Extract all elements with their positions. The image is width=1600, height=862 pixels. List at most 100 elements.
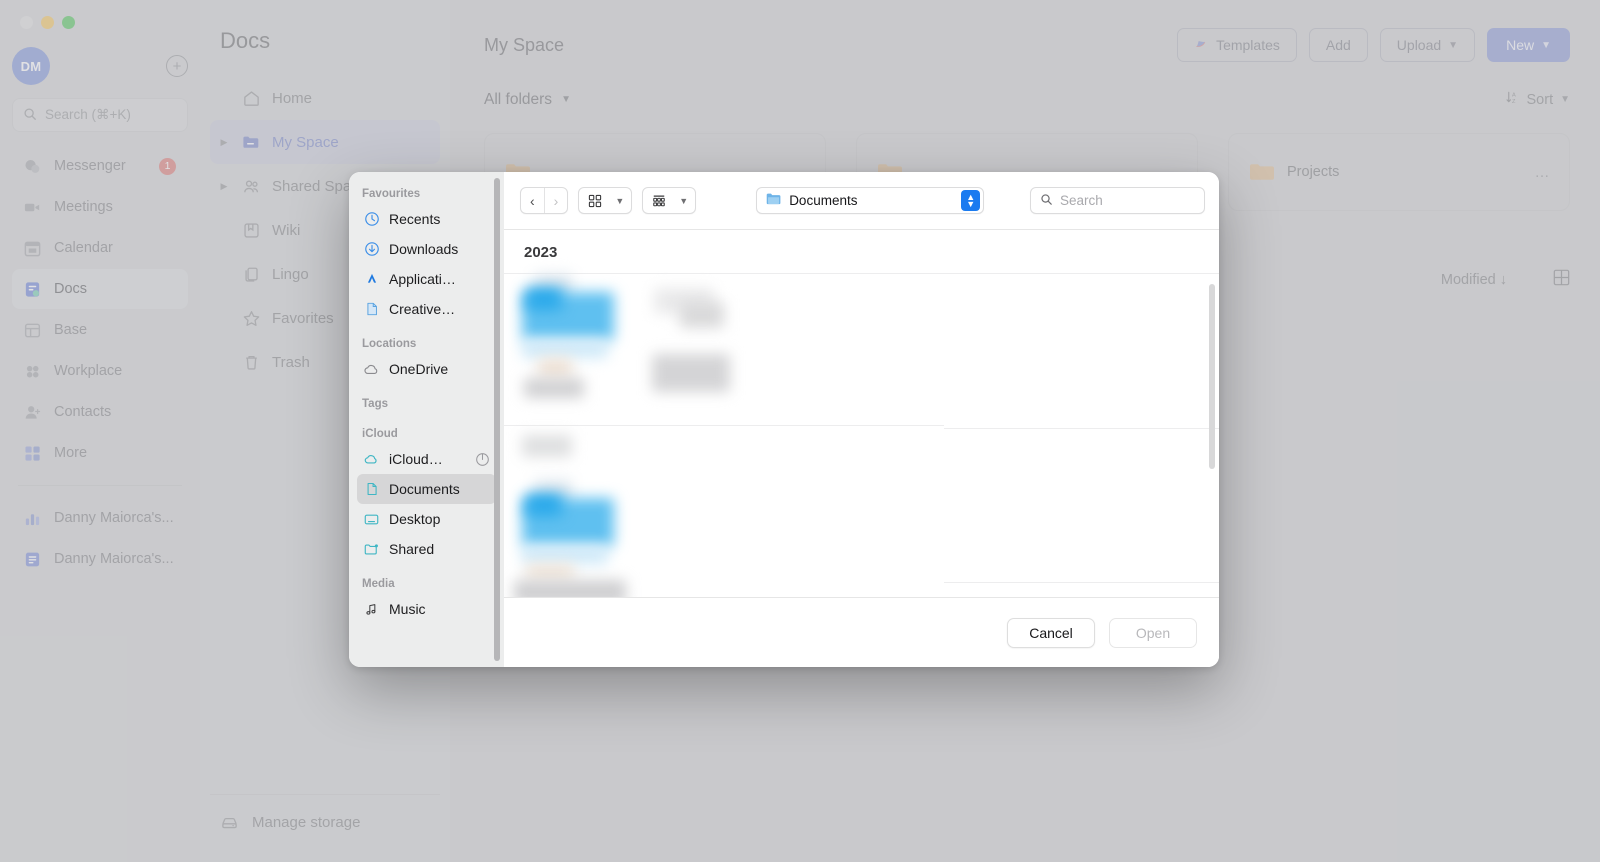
docs-item-home[interactable]: ▶ Home xyxy=(210,76,440,120)
chevron-down-icon: ▼ xyxy=(1560,94,1570,105)
templates-button[interactable]: Templates xyxy=(1177,28,1297,62)
manage-storage-button[interactable]: Manage storage xyxy=(210,813,440,832)
group-view-button[interactable]: ▼ xyxy=(642,187,697,214)
sort-label: Sort xyxy=(1526,91,1554,108)
sort-button[interactable]: AZ Sort ▼ xyxy=(1505,90,1570,109)
filter-row: All folders ▼ AZ Sort ▼ xyxy=(450,62,1600,109)
svg-text:A: A xyxy=(1511,93,1515,99)
home-icon xyxy=(240,89,262,108)
cancel-button[interactable]: Cancel xyxy=(1007,617,1095,648)
path-popup-button[interactable]: Documents ▲ ▼ xyxy=(756,187,985,214)
docs-item-label: Favorites xyxy=(272,309,334,327)
svg-text:Z: Z xyxy=(1511,99,1515,105)
file-thumbnail[interactable] xyxy=(526,564,574,580)
chevron-right-icon[interactable]: ▶ xyxy=(218,137,230,148)
rail-item-base[interactable]: Base xyxy=(12,310,188,350)
star-icon xyxy=(240,309,262,328)
file-thumbnail[interactable] xyxy=(680,302,724,328)
rail-pinned-item-2[interactable]: Danny Maiorca's... xyxy=(12,539,188,579)
plus-circle-icon[interactable]: + xyxy=(166,55,188,77)
file-dialog-toolbar: ‹ › ▼ ▼ Documents ▲ ▼ Search xyxy=(504,172,1219,230)
window-controls[interactable] xyxy=(20,16,75,29)
add-button[interactable]: Add xyxy=(1308,28,1368,62)
sidebar-item-onedrive[interactable]: OneDrive xyxy=(357,354,496,384)
up-down-stepper-icon[interactable]: ▲ ▼ xyxy=(961,190,981,211)
file-thumbnail[interactable] xyxy=(522,435,572,457)
sidebar-scrollbar[interactable] xyxy=(493,178,501,661)
rail-item-label: Danny Maiorca's... xyxy=(54,551,174,567)
sidebar-item-downloads[interactable]: Downloads xyxy=(357,234,496,264)
sidebar-item-desktop[interactable]: Desktop xyxy=(357,504,496,534)
icon-view-button[interactable]: ▼ xyxy=(578,187,633,214)
chevron-down-icon: ▼ xyxy=(561,94,571,105)
scrollbar-thumb[interactable] xyxy=(494,178,500,661)
download-circle-icon xyxy=(363,241,380,257)
sidebar-item-recents[interactable]: Recents xyxy=(357,204,496,234)
icloud-icon xyxy=(363,451,380,468)
sidebar-item-music[interactable]: Music xyxy=(357,594,496,624)
divider xyxy=(18,485,182,486)
trash-icon xyxy=(240,353,262,372)
zoom-icon[interactable] xyxy=(62,16,75,29)
folder-menu-icon[interactable]: … xyxy=(1535,164,1552,181)
rail-item-messenger[interactable]: Messenger 1 xyxy=(12,146,188,186)
chevron-right-icon[interactable]: ▶ xyxy=(218,181,230,192)
search-icon xyxy=(23,107,37,124)
navigation-buttons[interactable]: ‹ › xyxy=(520,187,569,214)
sidebar-group-label: Tags xyxy=(362,398,388,410)
analytics-icon xyxy=(22,508,42,528)
file-thumbnail[interactable] xyxy=(514,580,626,597)
desktop-icon xyxy=(363,511,380,528)
docs-item-label: Trash xyxy=(272,353,310,371)
sidebar-item-label: OneDrive xyxy=(389,361,449,377)
back-button[interactable]: ‹ xyxy=(521,188,544,213)
upload-button[interactable]: Upload ▼ xyxy=(1379,28,1476,62)
file-thumbnail[interactable] xyxy=(522,340,608,358)
file-browser-content[interactable]: 2023 xyxy=(504,230,1219,597)
doc-blue-icon xyxy=(22,549,42,569)
shared-folder-icon xyxy=(363,541,380,558)
content-scrollbar[interactable] xyxy=(1209,284,1215,469)
file-thumbnail[interactable] xyxy=(524,378,584,398)
rail-item-more[interactable]: More xyxy=(12,433,188,473)
main-header: My Space Templates Add Upload ▼ New ▼ xyxy=(450,0,1600,62)
grid-view-icon[interactable] xyxy=(1553,269,1570,290)
new-button[interactable]: New ▼ xyxy=(1487,28,1570,62)
rail-item-workplace[interactable]: Workplace xyxy=(12,351,188,391)
file-dialog-footer: Cancel Open xyxy=(504,597,1219,667)
file-dialog-body: Favourites Recents Downloads Applicati… xyxy=(349,172,1219,667)
docs-item-my-space[interactable]: ▶ My Space xyxy=(210,120,440,164)
sidebar-item-icloud[interactable]: iCloud… xyxy=(357,444,496,474)
minimize-icon[interactable] xyxy=(41,16,54,29)
sidebar-group-label: iCloud xyxy=(362,428,398,440)
modified-sort-button[interactable]: Modified ↓ xyxy=(1441,272,1507,288)
close-icon[interactable] xyxy=(20,16,33,29)
sidebar-item-shared[interactable]: Shared xyxy=(357,534,496,564)
all-folders-dropdown[interactable]: All folders ▼ xyxy=(484,91,571,109)
file-thumbnail[interactable] xyxy=(538,358,572,378)
rail-item-contacts[interactable]: Contacts xyxy=(12,392,188,432)
file-thumbnail[interactable] xyxy=(526,494,562,516)
file-dialog-sidebar: Favourites Recents Downloads Applicati… xyxy=(349,172,504,667)
sidebar-item-creative[interactable]: Creative… xyxy=(357,294,496,324)
avatar[interactable]: DM xyxy=(12,47,50,85)
rail-item-meetings[interactable]: Meetings xyxy=(12,187,188,227)
folder-card-projects[interactable]: Projects … xyxy=(1228,133,1570,211)
sidebar-item-documents[interactable]: Documents xyxy=(357,474,496,504)
calendar-icon xyxy=(22,238,42,258)
file-thumbnail[interactable] xyxy=(652,354,730,392)
rail-pinned-item-1[interactable]: Danny Maiorca's... xyxy=(12,498,188,538)
new-label: New xyxy=(1506,37,1535,53)
file-thumbnail[interactable] xyxy=(522,546,608,564)
search-input[interactable]: Search xyxy=(1030,187,1205,214)
sidebar-item-applications[interactable]: Applicati… xyxy=(357,264,496,294)
chevron-down-icon: ▼ xyxy=(1448,39,1459,51)
file-thumbnail[interactable] xyxy=(526,288,562,310)
rail-item-calendar[interactable]: Calendar xyxy=(12,228,188,268)
rail-item-docs[interactable]: Docs xyxy=(12,269,188,309)
search-input[interactable]: Search (⌘+K) xyxy=(12,98,188,132)
sidebar-group-label: Media xyxy=(362,578,395,590)
status-badge: 1 xyxy=(159,157,176,175)
icon-view-icon xyxy=(579,188,611,213)
contacts-icon xyxy=(22,402,42,422)
